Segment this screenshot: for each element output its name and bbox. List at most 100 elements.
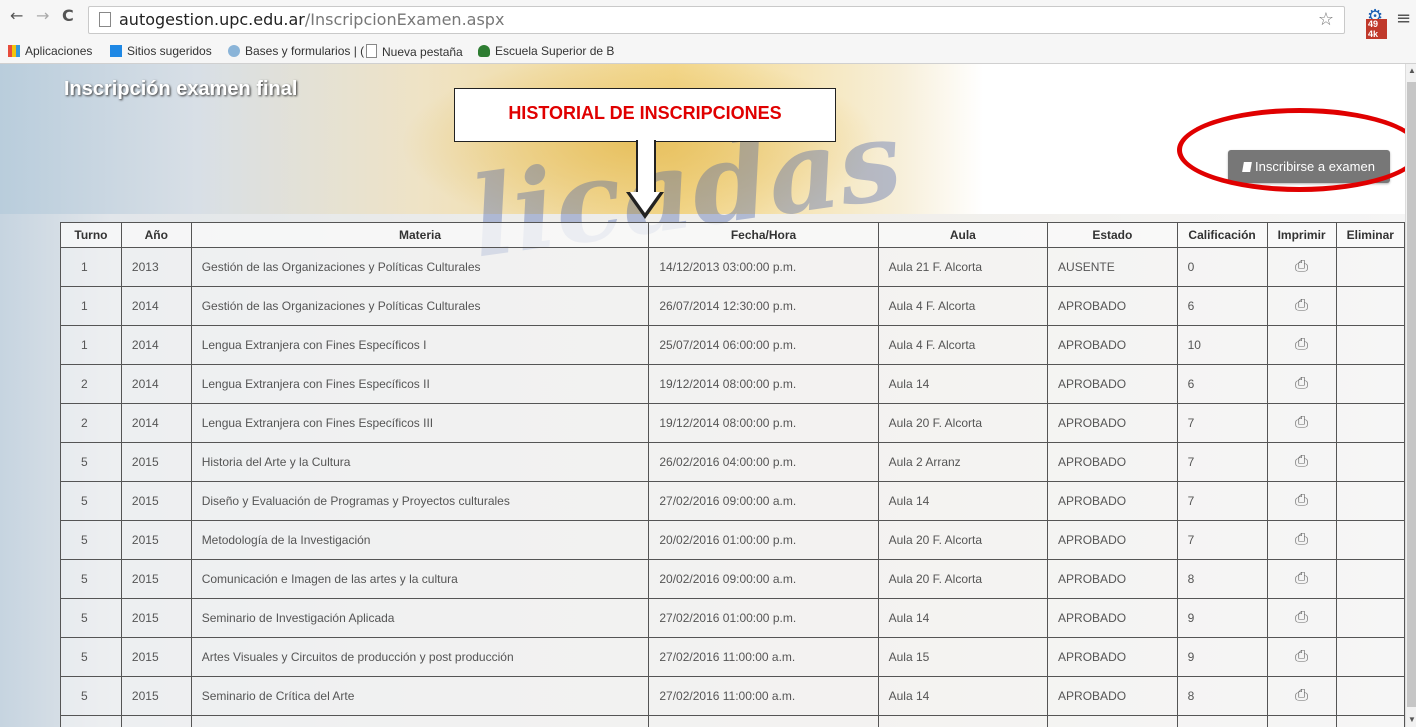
print-button[interactable]: ⎙ bbox=[1266, 403, 1337, 443]
bookmarks-bar: Aplicaciones Sitios sugeridos Bases y fo… bbox=[0, 40, 1416, 64]
cell-estado: APROBADO bbox=[1047, 520, 1178, 560]
table-row: 5 2015 Diseño y Evaluación de Programas y … bbox=[60, 481, 1405, 521]
cell-materia: Lengua Extranjera con Fines Específicos … bbox=[190, 325, 650, 365]
print-icon: ⎙ bbox=[1295, 531, 1308, 548]
print-button[interactable]: ⎙ bbox=[1266, 325, 1337, 365]
url-path: /InscripcionExamen.aspx bbox=[304, 10, 505, 29]
cell-aula: Aula 20 F. Alcorta bbox=[877, 520, 1049, 560]
page-title: Inscripción examen final bbox=[64, 78, 298, 100]
address-bar[interactable]: autogestion.upc.edu.ar/InscripcionExamen… bbox=[88, 6, 1345, 34]
scroll-down-icon[interactable]: ▼ bbox=[1408, 715, 1416, 724]
cell-materia: Historia del Arte y la Cultura bbox=[190, 442, 650, 482]
bookmark-star-icon[interactable]: ☆ bbox=[1318, 9, 1334, 30]
cell-fecha: 19/12/2014 08:00:00 p.m. bbox=[648, 364, 879, 404]
cell-anio: 2014 bbox=[120, 403, 192, 443]
cell-estado: AUSENTE bbox=[1047, 247, 1178, 287]
cell-aula: Aula 20 F. Alcorta bbox=[877, 403, 1049, 443]
site-icon bbox=[478, 45, 490, 57]
bookmark-escuela[interactable]: Escuela Superior de B bbox=[478, 44, 614, 58]
bookmark-label: Escuela Superior de B bbox=[495, 44, 615, 58]
reload-icon[interactable]: C bbox=[62, 6, 74, 25]
cell-turno: 5 bbox=[60, 520, 122, 560]
table-row: 5 2015 Seminario de Investigación Aplicada… bbox=[60, 598, 1405, 638]
cell-materia: Arte Argentino y Latinoamericano bbox=[190, 715, 650, 727]
scroll-up-icon[interactable]: ▲ bbox=[1408, 66, 1416, 75]
url-text[interactable]: autogestion.upc.edu.ar/InscripcionExamen… bbox=[119, 10, 504, 29]
cell-turno: 5 bbox=[60, 481, 122, 521]
cell-aula: Aula 21 F. Alcorta bbox=[877, 247, 1049, 287]
cell-materia: Metodología de la Investigación bbox=[190, 520, 650, 560]
cell-fecha: 26/07/2014 12:30:00 p.m. bbox=[648, 286, 879, 326]
print-button[interactable]: ⎙ bbox=[1266, 715, 1337, 727]
print-button[interactable]: ⎙ bbox=[1266, 559, 1337, 599]
annotation-arrow-head-fill bbox=[630, 192, 660, 213]
cell-eliminar bbox=[1335, 481, 1405, 521]
print-icon: ⎙ bbox=[1295, 687, 1308, 704]
col-estado: Estado bbox=[1047, 222, 1178, 248]
cell-turno: 5 bbox=[60, 559, 122, 599]
extension-button[interactable]: ⚙ 49 4k bbox=[1365, 6, 1387, 39]
print-icon: ⎙ bbox=[1295, 375, 1308, 392]
table-header-row: Turno Año Materia Fecha/Hora Aula Estado… bbox=[60, 222, 1405, 248]
print-icon: ⎙ bbox=[1295, 492, 1308, 509]
cell-fecha: 27/02/2016 11:00:00 a.m. bbox=[648, 637, 879, 677]
table-row: 2 2014 Lengua Extranjera con Fines Específ… bbox=[60, 364, 1405, 404]
print-button[interactable]: ⎙ bbox=[1266, 442, 1337, 482]
print-icon: ⎙ bbox=[1295, 648, 1308, 665]
cell-anio: 2015 bbox=[120, 559, 192, 599]
cell-calificacion: 7 bbox=[1176, 520, 1268, 560]
print-button[interactable]: ⎙ bbox=[1266, 637, 1337, 677]
scrollbar[interactable]: ▲ ▼ bbox=[1405, 64, 1416, 727]
cell-anio: 2015 bbox=[120, 598, 192, 638]
cell-fecha: 27/02/2016 01:00:00 p.m. bbox=[648, 598, 879, 638]
scroll-thumb[interactable] bbox=[1407, 82, 1416, 707]
cell-aula: Aula 14 bbox=[877, 364, 1049, 404]
cell-anio: 2014 bbox=[120, 286, 192, 326]
cell-aula: Aula 4 F. Alcorta bbox=[877, 325, 1049, 365]
bookmark-sitios[interactable]: Sitios sugeridos bbox=[110, 44, 212, 58]
menu-icon[interactable]: ≡ bbox=[1396, 8, 1411, 29]
back-icon[interactable]: ← bbox=[10, 6, 23, 25]
print-icon: ⎙ bbox=[1295, 453, 1308, 470]
cell-eliminar bbox=[1335, 403, 1405, 443]
extension-badge: 49 4k bbox=[1366, 19, 1387, 39]
table-row: 5 2015 Metodología de la Investigación 20/0… bbox=[60, 520, 1405, 560]
print-icon: ⎙ bbox=[1295, 336, 1308, 353]
cell-turno: 5 bbox=[60, 637, 122, 677]
cell-turno: 5 bbox=[60, 676, 122, 716]
col-eliminar: Eliminar bbox=[1335, 222, 1405, 248]
cell-fecha: 20/02/2016 09:00:00 a.m. bbox=[648, 559, 879, 599]
bookmark-bases[interactable]: Bases y formularios | ( bbox=[228, 44, 364, 58]
cell-materia: Gestión de las Organizaciones y Política… bbox=[190, 247, 650, 287]
print-button[interactable]: ⎙ bbox=[1266, 364, 1337, 404]
table-row: 1 2014 Gestión de las Organizaciones y Pol… bbox=[60, 286, 1405, 326]
cell-calificacion: 8 bbox=[1176, 676, 1268, 716]
annotation-text: HISTORIAL DE INSCRIPCIONES bbox=[508, 103, 782, 123]
cell-calificacion: 7 bbox=[1176, 442, 1268, 482]
bookmark-label: Sitios sugeridos bbox=[127, 44, 212, 58]
cell-calificacion: 7 bbox=[1176, 403, 1268, 443]
cell-anio: 2015 bbox=[120, 715, 192, 727]
cell-calificacion: 0 bbox=[1176, 247, 1268, 287]
bookmark-apps[interactable]: Aplicaciones bbox=[8, 44, 92, 58]
forward-icon[interactable]: → bbox=[36, 6, 49, 25]
cell-calificacion: 6 bbox=[1176, 364, 1268, 404]
print-button[interactable]: ⎙ bbox=[1266, 481, 1337, 521]
cell-fecha: 19/12/2014 08:00:00 p.m. bbox=[648, 403, 879, 443]
print-button[interactable]: ⎙ bbox=[1266, 520, 1337, 560]
print-button[interactable]: ⎙ bbox=[1266, 598, 1337, 638]
print-button[interactable]: ⎙ bbox=[1266, 676, 1337, 716]
cell-eliminar bbox=[1335, 715, 1405, 727]
globe-icon bbox=[228, 45, 240, 57]
table-row: 2 2014 Lengua Extranjera con Fines Específ… bbox=[60, 403, 1405, 443]
bookmark-label: Bases y formularios | ( bbox=[245, 44, 365, 58]
print-button[interactable]: ⎙ bbox=[1266, 286, 1337, 326]
bookmark-nueva-pestana[interactable]: Nueva pestaña bbox=[366, 44, 463, 59]
cell-estado: APROBADO bbox=[1047, 637, 1178, 677]
browser-toolbar: ← → C autogestion.upc.edu.ar/Inscripcion… bbox=[0, 0, 1416, 41]
print-icon: ⎙ bbox=[1295, 258, 1308, 275]
cell-anio: 2015 bbox=[120, 676, 192, 716]
cell-anio: 2015 bbox=[120, 442, 192, 482]
print-button[interactable]: ⎙ bbox=[1266, 247, 1337, 287]
bookmark-label: Aplicaciones bbox=[25, 44, 93, 58]
